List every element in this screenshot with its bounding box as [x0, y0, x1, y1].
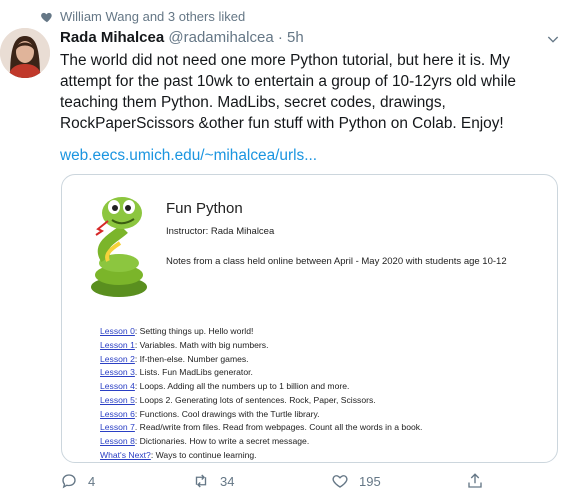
lesson-link: Lesson 7 — [100, 422, 135, 433]
lesson-link: Lesson 5 — [100, 394, 135, 405]
avatar-image — [0, 28, 50, 78]
author-name[interactable]: Rada Mihalcea — [60, 29, 164, 46]
lesson-description: : Ways to continue learning. — [150, 449, 257, 460]
avatar[interactable] — [0, 28, 50, 78]
like-count: 195 — [359, 473, 381, 489]
lesson-row: Lesson 7. Read/write from files. Read fr… — [100, 421, 422, 435]
lesson-description: : Setting things up. Hello world! — [134, 326, 254, 336]
author-handle[interactable]: @radamihalcea — [168, 29, 273, 46]
lesson-list: Lesson 0: Setting things up. Hello world… — [100, 325, 422, 462]
lesson-row: Lesson 5: Loops 2. Generating lots of se… — [100, 394, 422, 408]
lesson-row: Lesson 6: Functions. Cool drawings with … — [100, 408, 422, 422]
lesson-row: Lesson 2: If-then-else. Number games. — [100, 353, 422, 367]
card-instructor: Instructor: Rada Mihalcea — [166, 226, 275, 237]
lesson-row: Lesson 4: Loops. Adding all the numbers … — [100, 380, 422, 394]
lesson-link: What's Next? — [100, 449, 151, 460]
lesson-link: Lesson 0 — [100, 326, 135, 336]
lesson-description: : Variables. Math with big numbers. — [134, 339, 269, 350]
lesson-link: Lesson 8 — [100, 436, 135, 446]
separator-dot: · — [277, 29, 283, 46]
tweet-header: Rada Mihalcea @radamihalcea · 5h — [60, 29, 304, 46]
reply-count: 4 — [88, 473, 96, 489]
retweet-button[interactable]: 34 — [192, 472, 234, 490]
link-preview-card[interactable]: Fun Python Instructor: Rada Mihalcea Not… — [61, 174, 558, 463]
like-button[interactable]: 195 — [331, 472, 381, 490]
lesson-row: Lesson 3. Lists. Fun MadLibs generator. — [100, 366, 422, 380]
tweet-actions: 4 34 195 — [0, 468, 573, 494]
lesson-description: . Lists. Fun MadLibs generator. — [134, 367, 253, 378]
card-notes: Notes from a class held online between A… — [166, 256, 507, 267]
card-title: Fun Python — [166, 200, 243, 217]
card-preview-image: Fun Python Instructor: Rada Mihalcea Not… — [62, 175, 557, 462]
lesson-description: : Functions. Cool drawings with the Turt… — [134, 408, 320, 419]
social-context[interactable]: William Wang and 3 others liked — [40, 9, 245, 24]
lesson-description: : Dictionaries. How to write a secret me… — [134, 436, 310, 446]
share-icon — [468, 473, 482, 488]
lesson-description: : Loops. Adding all the numbers up to 1 … — [134, 381, 350, 391]
share-button[interactable] — [466, 472, 494, 490]
social-context-text: William Wang and 3 others liked — [60, 9, 246, 24]
lesson-link: Lesson 2 — [100, 353, 135, 364]
snake-mascot-image — [91, 197, 147, 297]
chevron-down-icon[interactable] — [545, 31, 561, 47]
reply-icon — [62, 474, 76, 489]
lesson-row: What's Next?: Ways to continue learning. — [100, 449, 422, 462]
reply-button[interactable]: 4 — [60, 472, 95, 490]
lesson-row: Lesson 8: Dictionaries. How to write a s… — [100, 435, 422, 449]
tweet-text: The world did not need one more Python t… — [60, 52, 516, 132]
like-icon — [332, 475, 348, 488]
lesson-link: Lesson 4 — [100, 381, 135, 391]
lesson-row: Lesson 0: Setting things up. Hello world… — [100, 325, 422, 339]
heart-icon — [41, 12, 52, 22]
lesson-description: . Read/write from files. Read from webpa… — [134, 422, 423, 433]
retweet-count: 34 — [220, 473, 235, 489]
lesson-link: Lesson 6 — [100, 408, 135, 419]
tweet-link[interactable]: web.eecs.umich.edu/~mihalcea/urls... — [60, 147, 317, 165]
retweet-icon — [195, 474, 207, 488]
lesson-description: : If-then-else. Number games. — [134, 353, 249, 364]
lesson-link: Lesson 3 — [100, 367, 135, 378]
tweet-time[interactable]: 5h — [287, 29, 304, 46]
lesson-link: Lesson 1 — [100, 339, 135, 350]
lesson-description: : Loops 2. Generating lots of sentences.… — [134, 394, 376, 405]
lesson-row: Lesson 1: Variables. Math with big numbe… — [100, 339, 422, 353]
